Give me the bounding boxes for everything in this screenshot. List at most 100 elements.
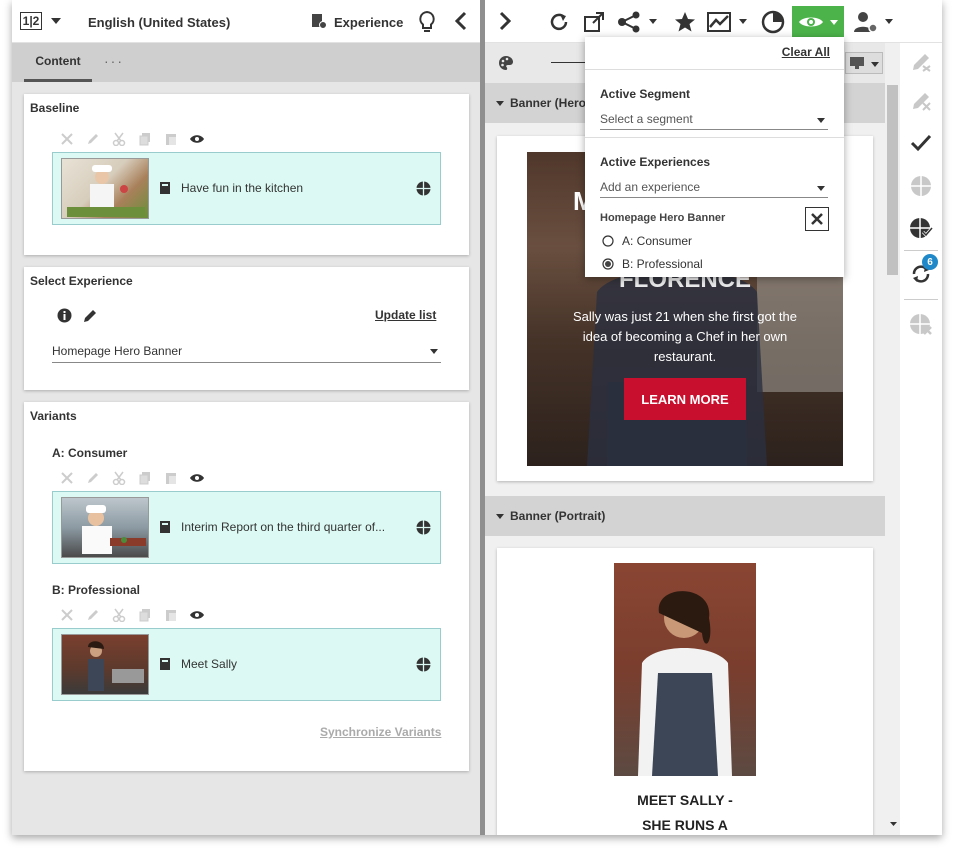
copy-icon[interactable] bbox=[136, 470, 154, 486]
experience-name: Homepage Hero Banner bbox=[600, 212, 726, 224]
publish-approved-globe-icon[interactable] bbox=[908, 215, 934, 241]
star-icon[interactable] bbox=[672, 9, 698, 35]
scroll-down-icon[interactable] bbox=[888, 819, 898, 829]
remove-experience-close-icon[interactable] bbox=[805, 207, 829, 231]
variant-a-item-label: Interim Report on the third quarter of..… bbox=[181, 520, 386, 534]
open-external-icon[interactable] bbox=[582, 10, 606, 34]
variant-option-professional[interactable]: B: Professional bbox=[602, 256, 802, 272]
analytics-chart-icon[interactable] bbox=[706, 10, 732, 34]
info-icon[interactable] bbox=[56, 307, 72, 323]
radio-unchecked-icon bbox=[602, 235, 614, 247]
timeline-clock-icon[interactable] bbox=[760, 9, 786, 35]
variant-a-toolbar bbox=[58, 470, 206, 486]
edit-pencil-icon[interactable] bbox=[82, 307, 98, 323]
paste-icon[interactable] bbox=[162, 131, 180, 147]
portrait-photo bbox=[614, 563, 756, 776]
lightbulb-icon[interactable] bbox=[416, 9, 438, 34]
share-chevron-down-icon[interactable] bbox=[648, 14, 658, 28]
variant-b-item-label: Meet Sally bbox=[181, 657, 238, 671]
baseline-title: Baseline bbox=[30, 101, 80, 115]
portrait-section-title: Banner (Portrait) bbox=[510, 509, 606, 523]
edit-pencil-icon[interactable] bbox=[84, 470, 102, 486]
analytics-chevron-down-icon[interactable] bbox=[738, 14, 748, 28]
chevron-down-icon[interactable] bbox=[50, 14, 62, 28]
dropdown-divider bbox=[585, 137, 844, 138]
globe-icon[interactable] bbox=[415, 180, 431, 196]
tab-more[interactable]: ··· bbox=[104, 53, 124, 69]
portrait-caption-line-2: SHE RUNS A bbox=[642, 817, 728, 833]
remove-icon[interactable] bbox=[58, 607, 76, 623]
select-chevron-down-icon bbox=[429, 347, 439, 355]
reload-icon[interactable] bbox=[547, 10, 571, 34]
approve-check-icon[interactable] bbox=[908, 130, 934, 156]
segment-chevron-down-icon bbox=[816, 116, 826, 124]
kitchen-thumbnail bbox=[61, 158, 149, 219]
edit-pencil-icon[interactable] bbox=[84, 131, 102, 147]
experience-chevron-down-icon bbox=[816, 184, 826, 192]
experience-select[interactable]: Homepage Hero Banner bbox=[52, 339, 441, 363]
baseline-card: Baseline Have fun in the kitchen bbox=[24, 94, 469, 255]
sally-thumbnail bbox=[61, 634, 149, 695]
experience-add-select[interactable]: Add an experience bbox=[600, 176, 828, 198]
select-experience-card: Select Experience Update list Homepage H… bbox=[24, 267, 469, 390]
language-selector[interactable]: English (United States) bbox=[88, 15, 230, 30]
document-icon bbox=[159, 657, 171, 671]
scrollbar-thumb[interactable] bbox=[887, 85, 898, 275]
cut-icon[interactable] bbox=[110, 607, 128, 623]
variant-a-item[interactable]: Interim Report on the third quarter of..… bbox=[52, 491, 441, 564]
device-chevron-down-icon bbox=[870, 60, 880, 68]
user-chevron-down-icon[interactable] bbox=[884, 14, 894, 28]
document-icon bbox=[159, 181, 171, 195]
sidebar-divider bbox=[904, 299, 938, 300]
experience-select-placeholder: Add an experience bbox=[600, 180, 701, 194]
active-segment-label: Active Segment bbox=[600, 87, 691, 101]
preview-eye-icon[interactable] bbox=[188, 131, 206, 147]
baseline-item[interactable]: Have fun in the kitchen bbox=[52, 152, 441, 225]
cut-icon[interactable] bbox=[110, 131, 128, 147]
tab-content[interactable]: Content bbox=[24, 43, 92, 82]
synchronize-variants-link[interactable]: Synchronize Variants bbox=[320, 725, 441, 739]
learn-more-button[interactable]: LEARN MORE bbox=[624, 378, 746, 420]
user-settings-icon[interactable] bbox=[852, 9, 880, 35]
radio-checked-icon bbox=[602, 258, 614, 270]
remove-icon[interactable] bbox=[58, 470, 76, 486]
option-consumer-label: A: Consumer bbox=[622, 234, 693, 248]
update-list-link[interactable]: Update list bbox=[375, 308, 436, 322]
portrait-section-header[interactable]: Banner (Portrait) bbox=[485, 496, 885, 536]
app-window: 1|2 English (United States) Experience C… bbox=[12, 0, 942, 835]
action-sidebar: 6 bbox=[900, 43, 942, 835]
preview-eye-icon[interactable] bbox=[188, 470, 206, 486]
panel-tabs: Content ··· bbox=[12, 43, 480, 82]
share-icon[interactable] bbox=[616, 10, 642, 34]
baseline-toolbar bbox=[58, 131, 206, 147]
segment-select[interactable]: Select a segment bbox=[600, 108, 828, 130]
globe-icon[interactable] bbox=[415, 519, 431, 535]
globe-icon[interactable] bbox=[415, 656, 431, 672]
preview-eye-icon[interactable] bbox=[188, 607, 206, 623]
chef-thumbnail bbox=[61, 497, 149, 558]
variant-option-consumer[interactable]: A: Consumer bbox=[602, 233, 802, 249]
copy-icon[interactable] bbox=[136, 607, 154, 623]
variant-b-item[interactable]: Meet Sally bbox=[52, 628, 441, 701]
palette-icon[interactable] bbox=[497, 54, 515, 72]
experience-icon[interactable] bbox=[310, 12, 328, 30]
portrait-card: MEET SALLY - SHE RUNS A bbox=[497, 548, 873, 835]
edit-pencil-icon[interactable] bbox=[84, 607, 102, 623]
withdraw-globe-icon bbox=[908, 311, 934, 337]
paste-icon[interactable] bbox=[162, 470, 180, 486]
preview-scrollbar[interactable] bbox=[885, 43, 900, 835]
collapse-left-icon[interactable] bbox=[452, 10, 470, 32]
paste-icon[interactable] bbox=[162, 607, 180, 623]
device-select[interactable] bbox=[845, 52, 883, 74]
copy-icon[interactable] bbox=[136, 131, 154, 147]
baseline-item-label: Have fun in the kitchen bbox=[181, 181, 304, 195]
monitor-icon bbox=[849, 56, 865, 70]
preview-visibility-button[interactable] bbox=[792, 6, 844, 38]
cut-icon[interactable] bbox=[110, 470, 128, 486]
expand-right-icon[interactable] bbox=[496, 10, 514, 32]
clear-all-link[interactable]: Clear All bbox=[782, 45, 830, 59]
remove-icon[interactable] bbox=[58, 131, 76, 147]
variant-b-title: B: Professional bbox=[52, 583, 141, 597]
experience-button-label[interactable]: Experience bbox=[334, 15, 403, 30]
page-layout-icon[interactable]: 1|2 bbox=[20, 12, 42, 30]
